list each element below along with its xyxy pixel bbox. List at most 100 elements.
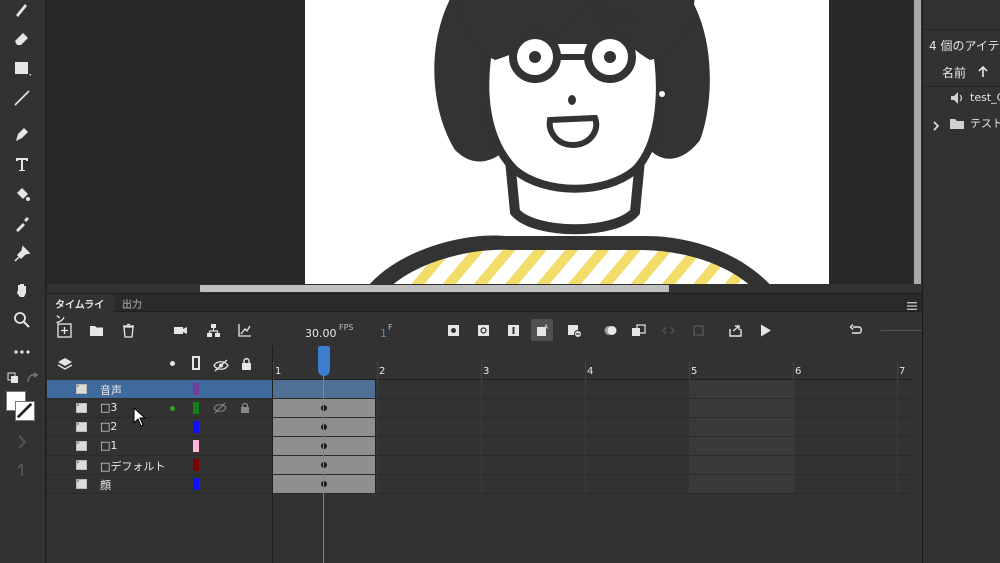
swap-colors-icon[interactable]	[20, 367, 44, 391]
brush-tool-icon[interactable]	[10, 0, 34, 21]
auto-keyframe-icon[interactable]: A	[531, 319, 553, 341]
tab-timeline[interactable]: タイムライン	[47, 294, 114, 326]
layer-outline-color[interactable]	[193, 421, 199, 433]
vertical-scrollbar-thumb[interactable]	[914, 0, 921, 284]
keyframe-dot[interactable]	[321, 462, 327, 468]
onion-skin-icon[interactable]	[599, 319, 621, 341]
insert-frame-icon[interactable]	[502, 319, 524, 341]
paint-bucket-tool-icon[interactable]	[10, 182, 34, 206]
horizontal-scrollbar-thumb[interactable]	[200, 285, 669, 292]
vertical-scrollbar[interactable]	[913, 0, 922, 293]
fps-value[interactable]: 30.00	[305, 327, 337, 340]
panel-menu-icon[interactable]	[906, 297, 918, 310]
layer-name[interactable]: 顔	[100, 477, 111, 493]
current-frame-value[interactable]: 1	[380, 327, 387, 340]
layer-name[interactable]: 音声	[100, 382, 122, 398]
frame-row[interactable]	[273, 475, 913, 494]
stroke-color-swatch[interactable]	[15, 401, 35, 421]
layer-row[interactable]: 顔	[47, 475, 272, 494]
edit-multiple-frames-icon[interactable]	[627, 319, 649, 341]
layer-outline-color[interactable]	[193, 478, 199, 490]
layer-outline-color[interactable]	[193, 459, 199, 471]
export-icon[interactable]	[724, 319, 746, 341]
outline-toggle-icon[interactable]	[192, 356, 200, 370]
library-panel: 4 個のアイテム 名前 test_C テスト	[922, 0, 1000, 563]
frame-row[interactable]	[273, 437, 913, 456]
eraser-tool-icon[interactable]	[10, 26, 34, 50]
layer-outline-color[interactable]	[193, 383, 199, 395]
arrow-up-icon[interactable]	[977, 64, 989, 78]
frame-ruler[interactable]: 1 2 3 4 5 6 7	[273, 362, 913, 380]
keyframe-dot[interactable]	[321, 481, 327, 487]
camera-icon[interactable]	[169, 319, 191, 341]
playhead[interactable]	[318, 346, 330, 376]
layer-lock-icon[interactable]	[240, 402, 250, 414]
graph-icon[interactable]	[233, 319, 255, 341]
remove-frame-icon[interactable]	[563, 319, 585, 341]
library-item-folder[interactable]: テスト	[970, 115, 1000, 131]
pen-tool-icon[interactable]	[10, 122, 34, 146]
tab-output[interactable]: 出力	[114, 294, 150, 312]
hand-tool-icon[interactable]	[10, 278, 34, 302]
layers-icon[interactable]	[57, 356, 73, 370]
snap-icon[interactable]	[10, 430, 34, 454]
horizontal-scrollbar[interactable]	[47, 284, 913, 293]
ruler-number: 1	[275, 366, 282, 377]
smooth-icon[interactable]	[10, 458, 34, 482]
keyframe-dot[interactable]	[321, 424, 327, 430]
insert-blank-keyframe-icon[interactable]	[472, 319, 494, 341]
layer-name[interactable]: □2	[100, 420, 117, 433]
keyframe-dot[interactable]	[321, 405, 327, 411]
zoom-slider-track[interactable]	[881, 330, 922, 331]
frame-row[interactable]	[273, 380, 913, 399]
layer-row[interactable]: □2	[47, 418, 272, 437]
text-tool-icon[interactable]	[10, 152, 34, 176]
library-item-sound[interactable]: test_C	[970, 91, 1000, 104]
delete-layer-icon[interactable]	[117, 319, 139, 341]
undo-icon[interactable]	[845, 319, 867, 341]
frame-row[interactable]	[273, 418, 913, 437]
hide-all-icon[interactable]	[213, 357, 229, 372]
layer-name[interactable]: □1	[100, 439, 117, 452]
stage-canvas[interactable]	[305, 0, 829, 284]
new-folder-icon[interactable]	[85, 319, 107, 341]
chevron-right-icon[interactable]	[931, 117, 941, 131]
layer-name[interactable]: □デフォルト	[100, 458, 165, 474]
lock-all-icon[interactable]	[241, 356, 252, 370]
pin-tool-icon[interactable]	[10, 242, 34, 266]
timeline-panel: タイムライン 出力 30.00 FPS 1 F A 音声 □3 □2 □1 □デ…	[47, 293, 922, 563]
ruler-number: 3	[483, 366, 490, 377]
rectangle-tool-icon[interactable]	[10, 56, 34, 80]
ruler-tick	[897, 362, 898, 380]
layer-outline-color[interactable]	[193, 402, 199, 414]
frame-row[interactable]	[273, 399, 913, 418]
frame-row[interactable]	[273, 456, 913, 475]
layer-name[interactable]: □3	[100, 401, 117, 414]
new-layer-icon[interactable]	[53, 319, 75, 341]
layer-row[interactable]: 音声	[47, 380, 272, 399]
play-icon[interactable]	[754, 319, 776, 341]
eyedropper-tool-icon[interactable]	[10, 212, 34, 236]
keyframe-dot[interactable]	[321, 443, 327, 449]
layer-row[interactable]: □1	[47, 437, 272, 456]
frames-area[interactable]: 1 2 3 4 5 6 7	[273, 346, 913, 563]
layer-hide-icon[interactable]	[213, 402, 227, 414]
zoom-tool-icon[interactable]	[10, 308, 34, 332]
library-column-name[interactable]: 名前	[942, 64, 966, 81]
parenting-icon[interactable]	[202, 319, 224, 341]
svg-text:A: A	[544, 324, 549, 331]
more-tools-icon[interactable]	[10, 340, 34, 364]
folder-icon	[949, 115, 965, 129]
layer-outline-color[interactable]	[193, 440, 199, 452]
layer-row[interactable]: □3	[47, 399, 272, 418]
layer-highlight-dot[interactable]	[170, 406, 175, 411]
layer-type-icon	[76, 422, 87, 432]
highlight-dot-icon[interactable]	[170, 361, 175, 366]
layer-type-icon	[76, 403, 87, 413]
frame-span[interactable]	[273, 380, 376, 398]
ruler-tick	[377, 362, 378, 380]
insert-keyframe-icon[interactable]	[442, 319, 464, 341]
layer-type-icon	[76, 460, 87, 470]
line-tool-icon[interactable]	[10, 86, 34, 110]
layer-row[interactable]: □デフォルト	[47, 456, 272, 475]
